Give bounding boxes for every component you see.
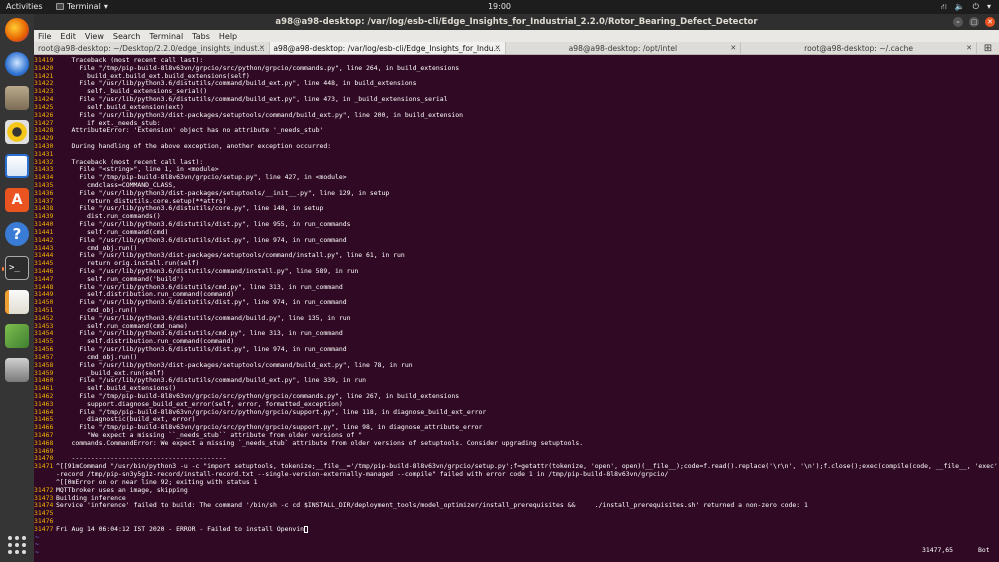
line-text: AttributeError: 'Extension' object has n…	[56, 126, 324, 135]
app-menu-button[interactable]: Terminal ▾	[56, 2, 108, 11]
terminal-output[interactable]: 31419 Traceback (most recent call last):…	[34, 56, 999, 562]
close-button[interactable]: ✕	[985, 17, 995, 27]
terminal-line: 31434 File "/tmp/pip-build-8l8v63vn/grpc…	[34, 173, 999, 182]
terminal-line: 31428 AttributeError: 'Extension' object…	[34, 126, 999, 135]
tab-label: a98@a98-desktop: /opt/intel	[568, 43, 678, 53]
software-center-icon[interactable]: A	[5, 188, 29, 212]
cursor-position: 31477,65	[922, 546, 954, 554]
chevron-down-icon: ▾	[103, 2, 108, 11]
tab-close-icon[interactable]: ✕	[730, 44, 736, 52]
terminal-line: 31456 File "/usr/lib/python3.6/distutils…	[34, 345, 999, 354]
terminal-line: 31472 MQTTbroker uses an image, skipping	[34, 486, 999, 495]
line-text: commands.CommandError: We expect a missi…	[56, 438, 584, 447]
top-bar: Activities Terminal ▾ 19:00 ⛙ 🔈 ⏻ ▾	[0, 0, 999, 14]
dock: A ? >_	[0, 14, 34, 562]
scroll-position: Bot	[978, 546, 990, 554]
power-icon: ⏻	[972, 2, 979, 11]
menu-item-view[interactable]: View	[85, 32, 104, 41]
text-editor-icon[interactable]	[5, 290, 29, 314]
maximize-button[interactable]: □	[969, 17, 979, 27]
terminal-line: 31430 During handling of the above excep…	[34, 141, 999, 151]
help-icon[interactable]: ?	[5, 222, 29, 246]
terminal-line: 31458 File "/usr/lib/python3/dist-packag…	[34, 361, 999, 370]
system-monitor-icon[interactable]	[5, 324, 29, 348]
rhythmbox-icon[interactable]	[5, 120, 29, 144]
terminal-app-icon	[56, 3, 64, 10]
tab-label: root@a98-desktop: ~/Desktop/2.2.0/edge_i…	[38, 43, 265, 53]
terminal-window: a98@a98-desktop: /var/log/esb-cli/Edge_I…	[34, 14, 999, 562]
menu-item-terminal[interactable]: Terminal	[149, 32, 183, 41]
text-cursor	[304, 525, 309, 533]
terminal-icon[interactable]: >_	[2, 256, 29, 280]
firefox-icon[interactable]	[5, 18, 29, 42]
window-title: a98@a98-desktop: /var/log/esb-cli/Edge_I…	[275, 17, 758, 27]
terminal-line: 31475	[34, 509, 999, 518]
network-icon: ⛙	[941, 2, 947, 11]
files-icon[interactable]	[5, 86, 29, 110]
menu-item-file[interactable]: File	[38, 32, 51, 41]
new-tab-icon[interactable]: ⊞	[977, 42, 999, 54]
menu-bar: File Edit View Search Terminal Tabs Help	[34, 30, 999, 42]
empty-buffer-line: ~	[34, 533, 999, 542]
menu-item-edit[interactable]: Edit	[60, 32, 76, 41]
clock[interactable]: 19:00	[488, 2, 511, 11]
menu-item-help[interactable]: Help	[219, 32, 237, 41]
line-number	[34, 471, 56, 479]
show-applications-icon[interactable]	[8, 536, 26, 554]
line-number: 31471	[34, 462, 54, 471]
terminal-line: 31450 File "/usr/lib/python3.6/distutils…	[34, 298, 999, 307]
terminal-line: 31474 Service 'inference' failed to build…	[34, 501, 999, 510]
app-menu-label: Terminal	[67, 2, 101, 11]
tab-close-icon[interactable]: ✕	[259, 44, 265, 52]
title-bar[interactable]: a98@a98-desktop: /var/log/esb-cli/Edge_I…	[34, 14, 999, 30]
editor-status-line: 31477,65 Bot	[34, 546, 999, 556]
volume-icon: 🔈	[954, 2, 965, 11]
minimize-button[interactable]: –	[953, 17, 963, 27]
printer-icon[interactable]	[5, 358, 29, 382]
line-text: During handling of the above exception, …	[56, 141, 332, 150]
tab-close-icon[interactable]: ✕	[495, 44, 501, 52]
tab-1[interactable]: root@a98-desktop: ~/Desktop/2.2.0/edge_i…	[34, 42, 270, 54]
line-text: Service 'inference' failed to build: The…	[56, 501, 808, 510]
tab-4[interactable]: root@a98-desktop: ~/.cache ✕	[741, 42, 977, 54]
system-tray[interactable]: ⛙ 🔈 ⏻ ▾	[941, 2, 991, 12]
tab-label: root@a98-desktop: ~/.cache	[804, 43, 914, 53]
menu-item-tabs[interactable]: Tabs	[192, 32, 210, 41]
line-text: Fri Aug 14 06:04:12 IST 2020 - ERROR - F…	[56, 524, 305, 533]
tab-close-icon[interactable]: ✕	[966, 44, 972, 52]
tab-bar: root@a98-desktop: ~/Desktop/2.2.0/edge_i…	[34, 42, 999, 55]
terminal-line: 31468 commands.CommandError: We expect a…	[34, 438, 999, 448]
activities-button[interactable]: Activities	[6, 2, 43, 11]
chevron-down-icon: ▾	[986, 2, 991, 11]
terminal-line: 31442 File "/usr/lib/python3.6/distutils…	[34, 236, 999, 245]
terminal-line: 31440 File "/usr/lib/python3.6/distutils…	[34, 220, 999, 229]
menu-item-search[interactable]: Search	[113, 32, 140, 41]
terminal-line: 31477 Fri Aug 14 06:04:12 IST 2020 - ERRO…	[34, 524, 999, 534]
writer-icon[interactable]	[5, 154, 29, 178]
tab-3[interactable]: a98@a98-desktop: /opt/intel ✕	[506, 42, 742, 54]
terminal-line: 31426 File "/usr/lib/python3/dist-packag…	[34, 111, 999, 120]
tab-2[interactable]: a98@a98-desktop: /var/log/esb-cli/Edge_I…	[269, 42, 506, 54]
thunderbird-icon[interactable]	[5, 52, 29, 76]
terminal-line: 31438 File "/usr/lib/python3.6/distutils…	[34, 205, 999, 213]
terminal-line: 31460 File "/usr/lib/python3.6/distutils…	[34, 376, 999, 385]
tab-label: a98@a98-desktop: /var/log/esb-cli/Edge_I…	[273, 43, 501, 53]
